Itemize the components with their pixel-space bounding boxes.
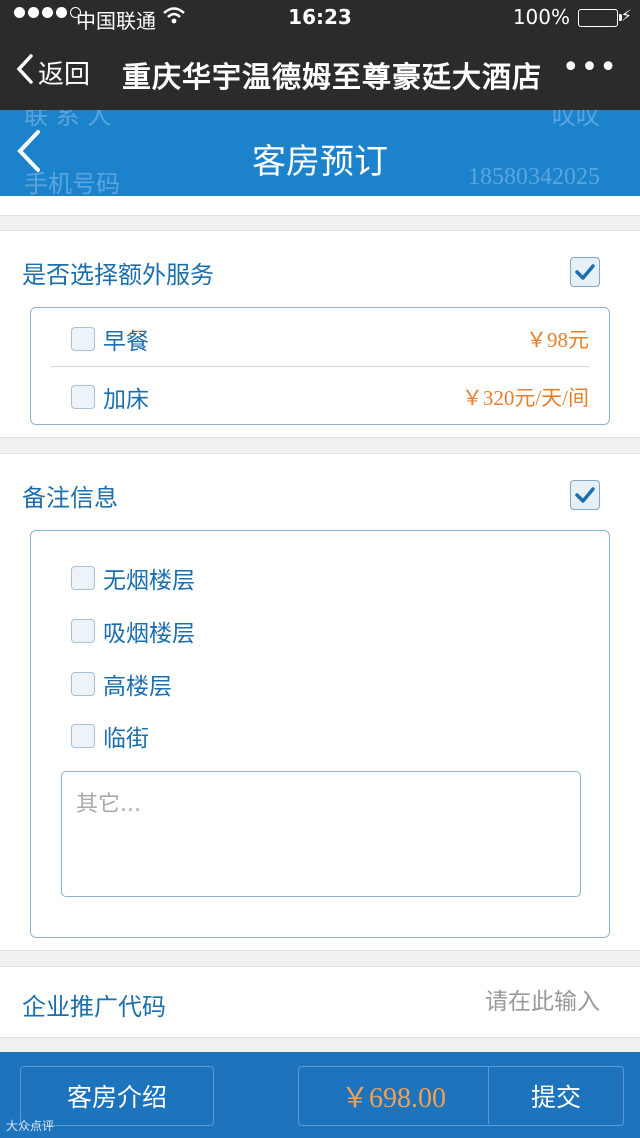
more-icon[interactable]: ••• bbox=[562, 50, 618, 85]
divider bbox=[51, 366, 589, 367]
battery-icon bbox=[578, 9, 622, 27]
street-facing-label: 临街 bbox=[103, 726, 149, 752]
wechat-back-button[interactable]: 返回 bbox=[14, 53, 90, 91]
wechat-page-title: 重庆华宇温德姆至尊豪廷大酒店 bbox=[122, 60, 543, 94]
bottom-action-bar: 客房介绍 ￥698.00 提交 大众点评 bbox=[0, 1052, 640, 1138]
breakfast-checkbox[interactable] bbox=[71, 327, 95, 351]
breakfast-label: 早餐 bbox=[103, 329, 149, 355]
submit-button[interactable]: 提交 bbox=[489, 1067, 623, 1124]
breakfast-price: ￥98元 bbox=[526, 328, 589, 352]
ghost-contact-value: 叹叹 bbox=[552, 110, 600, 130]
checkmark-icon bbox=[575, 487, 595, 503]
extra-bed-option[interactable]: 加床 bbox=[71, 380, 149, 414]
header-spacer bbox=[0, 196, 640, 216]
high-floor-label: 高楼层 bbox=[103, 674, 172, 700]
no-smoking-checkbox[interactable] bbox=[71, 566, 95, 590]
smoking-option[interactable]: 吸烟楼层 bbox=[71, 614, 195, 648]
watermark: 大众点评 bbox=[6, 1119, 55, 1133]
street-facing-option[interactable]: 临街 bbox=[71, 719, 149, 753]
status-bar: 中国联通 16:23 100% ⚡ bbox=[0, 0, 640, 36]
promo-code-input[interactable] bbox=[400, 981, 600, 1023]
wechat-nav-bar: 返回 重庆华宇温德姆至尊豪廷大酒店 ••• bbox=[0, 36, 640, 110]
remarks-section: 备注信息 无烟楼层 吸烟楼层 高楼层 临街 bbox=[0, 453, 640, 951]
app-header: 联 系 人 叹叹 手机号码 18580342025 客房预订 bbox=[0, 110, 640, 196]
promo-section: 企业推广代码 bbox=[0, 966, 640, 1038]
page-title: 客房预订 bbox=[252, 142, 388, 182]
remarks-box: 无烟楼层 吸烟楼层 高楼层 临街 bbox=[30, 530, 610, 938]
extra-bed-checkbox[interactable] bbox=[71, 385, 95, 409]
total-price: ￥698.00 bbox=[299, 1067, 489, 1124]
high-floor-checkbox[interactable] bbox=[71, 672, 95, 696]
extra-services-section: 是否选择额外服务 早餐 ￥98元 加床 ￥320元/天/间 bbox=[0, 230, 640, 438]
extra-bed-price: ￥320元/天/间 bbox=[461, 386, 589, 410]
charging-icon: ⚡ bbox=[620, 6, 632, 25]
wechat-back-label: 返回 bbox=[38, 59, 91, 90]
extra-services-box: 早餐 ￥98元 加床 ￥320元/天/间 bbox=[30, 307, 610, 425]
high-floor-option[interactable]: 高楼层 bbox=[71, 667, 172, 701]
no-smoking-option[interactable]: 无烟楼层 bbox=[71, 561, 195, 595]
other-remarks-input[interactable] bbox=[61, 771, 581, 897]
extra-bed-label: 加床 bbox=[103, 387, 149, 413]
price-submit-group: ￥698.00 提交 bbox=[298, 1066, 624, 1126]
extra-services-title: 是否选择额外服务 bbox=[22, 261, 214, 289]
promo-code-label: 企业推广代码 bbox=[22, 993, 166, 1021]
battery-percent: 100% bbox=[512, 5, 570, 29]
no-smoking-label: 无烟楼层 bbox=[103, 568, 195, 594]
smoking-checkbox[interactable] bbox=[71, 619, 95, 643]
breakfast-option[interactable]: 早餐 bbox=[71, 322, 149, 356]
remarks-checkbox[interactable] bbox=[570, 480, 600, 510]
remarks-title: 备注信息 bbox=[22, 484, 118, 512]
street-facing-checkbox[interactable] bbox=[71, 724, 95, 748]
chevron-left-icon bbox=[14, 53, 34, 91]
smoking-label: 吸烟楼层 bbox=[103, 621, 195, 647]
checkmark-icon bbox=[575, 264, 595, 280]
extra-services-checkbox[interactable] bbox=[570, 257, 600, 287]
